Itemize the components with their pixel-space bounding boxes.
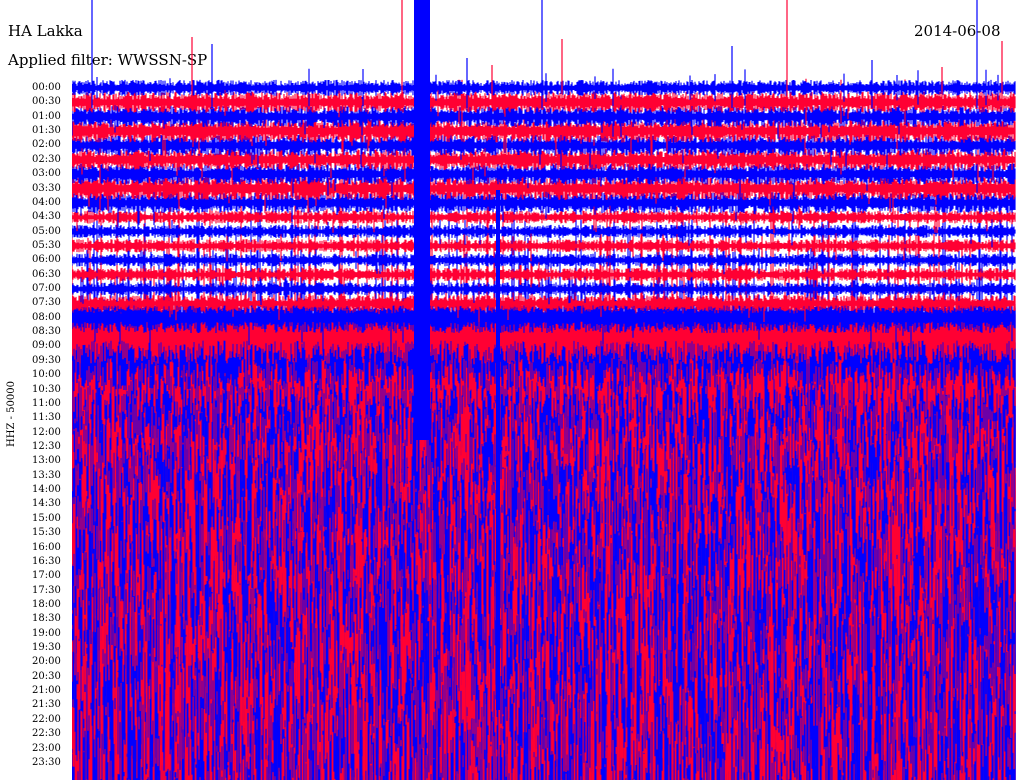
time-tick-label: 19:00 bbox=[32, 627, 61, 639]
time-tick-label: 16:00 bbox=[32, 541, 61, 553]
time-tick-label: 02:00 bbox=[32, 139, 61, 151]
time-tick-label: 12:00 bbox=[32, 426, 61, 438]
time-tick-label: 13:30 bbox=[32, 469, 61, 481]
time-tick-label: 10:30 bbox=[32, 383, 61, 395]
time-tick-labels: 00:00 00:30 01:00 01:30 02:00 02:30 03:00 03:30… bbox=[0, 0, 70, 780]
time-tick-label: 23:30 bbox=[32, 756, 61, 768]
time-tick-label: 07:00 bbox=[32, 283, 61, 295]
event-line bbox=[496, 190, 500, 710]
time-tick-label: 23:00 bbox=[32, 742, 61, 754]
time-tick-label: 22:00 bbox=[32, 713, 61, 725]
time-tick-label: 05:30 bbox=[32, 239, 61, 251]
time-tick-label: 11:00 bbox=[32, 397, 61, 409]
time-tick-label: 06:00 bbox=[32, 254, 61, 266]
time-tick-label: 07:30 bbox=[32, 297, 61, 309]
time-tick-label: 20:00 bbox=[32, 656, 61, 668]
time-tick-label: 20:30 bbox=[32, 670, 61, 682]
time-tick-label: 08:00 bbox=[32, 311, 61, 323]
time-tick-label: 08:30 bbox=[32, 326, 61, 338]
time-tick-label: 09:30 bbox=[32, 354, 61, 366]
time-tick-label: 00:30 bbox=[32, 96, 61, 108]
time-tick-label: 17:30 bbox=[32, 584, 61, 596]
time-tick-label: 18:00 bbox=[32, 598, 61, 610]
time-tick-label: 22:30 bbox=[32, 728, 61, 740]
time-tick-label: 14:30 bbox=[32, 498, 61, 510]
time-tick-label: 10:00 bbox=[32, 369, 61, 381]
time-tick-label: 00:00 bbox=[32, 82, 61, 93]
time-tick-label: 17:00 bbox=[32, 570, 61, 582]
time-tick-label: 21:00 bbox=[32, 685, 61, 697]
time-tick-label: 01:00 bbox=[32, 110, 61, 122]
time-tick-label: 03:30 bbox=[32, 182, 61, 194]
time-tick-label: 04:00 bbox=[32, 196, 61, 208]
time-tick-label: 15:00 bbox=[32, 512, 61, 524]
time-tick-label: 19:30 bbox=[32, 642, 61, 654]
time-tick-label: 21:30 bbox=[32, 699, 61, 711]
time-tick-label: 02:30 bbox=[32, 153, 61, 165]
time-tick-label: 03:00 bbox=[32, 168, 61, 180]
time-tick-label: 14:00 bbox=[32, 484, 61, 496]
time-tick-label: 04:30 bbox=[32, 211, 61, 223]
time-tick-label: 16:30 bbox=[32, 555, 61, 567]
helicorder-plot bbox=[72, 0, 1016, 780]
time-tick-label: 01:30 bbox=[32, 125, 61, 137]
time-tick-label: 12:30 bbox=[32, 441, 61, 452]
time-tick-label: 05:00 bbox=[32, 225, 61, 237]
time-tick-label: 06:30 bbox=[32, 268, 61, 280]
time-tick-label: 15:30 bbox=[32, 527, 61, 539]
time-tick-label: 18:30 bbox=[32, 613, 61, 625]
event-burst bbox=[414, 0, 430, 440]
time-tick-label: 13:00 bbox=[32, 455, 61, 467]
time-tick-label: 09:00 bbox=[32, 340, 61, 352]
time-tick-label: 11:30 bbox=[32, 412, 61, 424]
